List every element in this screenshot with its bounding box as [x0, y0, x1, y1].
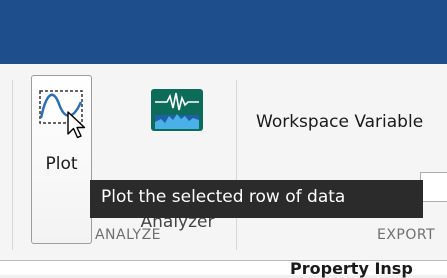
section-divider	[12, 80, 13, 250]
export-section-title: EXPORT	[377, 227, 436, 243]
workspace-variable-label: Workspace Variable	[256, 112, 424, 132]
window-title-bar	[0, 0, 447, 64]
analyze-section-title: ANALYZE	[94, 227, 162, 243]
workspace-variable-field[interactable]	[420, 172, 447, 202]
mouse-pointer-icon	[67, 111, 86, 139]
property-inspector-title: Property Insp	[290, 259, 413, 278]
plot-button[interactable]: Plot	[31, 75, 92, 244]
plot-tooltip: Plot the selected row of data	[90, 180, 423, 218]
plot-button-label: Plot	[45, 154, 78, 174]
signal-analyzer-icon[interactable]	[151, 89, 203, 131]
